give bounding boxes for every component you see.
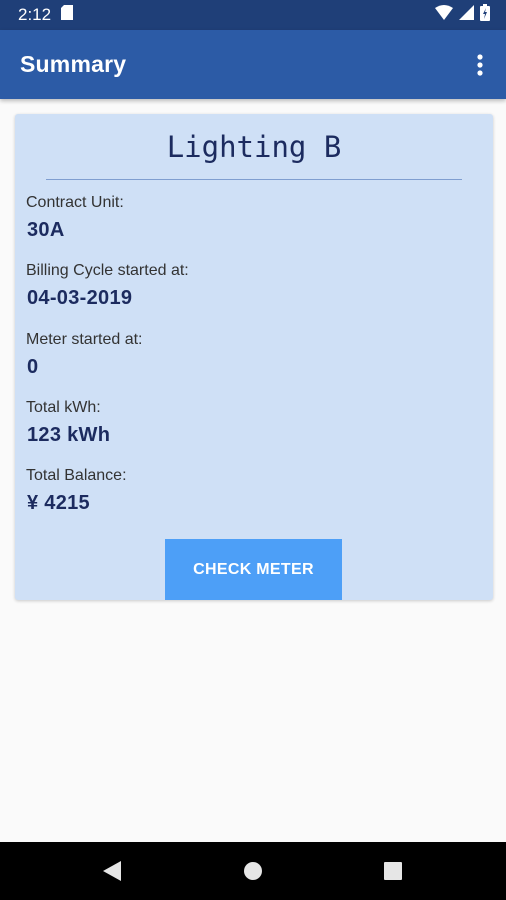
overflow-menu-icon[interactable] [468, 47, 492, 83]
status-bar: 2:12 [0, 0, 506, 30]
summary-card: Lighting B Contract Unit: 30A Billing Cy… [15, 114, 493, 600]
battery-icon [480, 4, 490, 26]
total-balance-label: Total Balance: [26, 467, 127, 484]
billing-cycle-label: Billing Cycle started at: [26, 262, 189, 279]
meter-start-label: Meter started at: [26, 331, 143, 348]
wifi-icon [435, 5, 453, 25]
sd-card-icon [61, 5, 74, 25]
meter-start-value: 0 [27, 356, 39, 378]
signal-icon [459, 5, 474, 25]
card-title: Lighting B [166, 130, 342, 164]
contract-unit-value: 30A [27, 219, 65, 241]
total-kwh-value: 123 kWh [27, 424, 111, 446]
check-meter-button[interactable]: CHECK METER [165, 539, 342, 600]
contract-unit-label: Contract Unit: [26, 194, 124, 211]
home-icon[interactable] [229, 842, 277, 900]
status-time: 2:12 [18, 5, 52, 24]
title-divider [46, 179, 462, 180]
total-balance-value: ¥ 4215 [27, 492, 90, 514]
billing-cycle-value: 04-03-2019 [27, 287, 133, 309]
status-right [435, 4, 490, 26]
page-title: Summary [20, 51, 127, 77]
system-nav-bar [0, 842, 506, 900]
recents-icon[interactable] [369, 842, 417, 900]
app-bar: Summary [0, 30, 506, 99]
back-icon[interactable] [88, 842, 136, 900]
status-left: 2:12 [18, 5, 74, 25]
total-kwh-label: Total kWh: [26, 399, 101, 416]
